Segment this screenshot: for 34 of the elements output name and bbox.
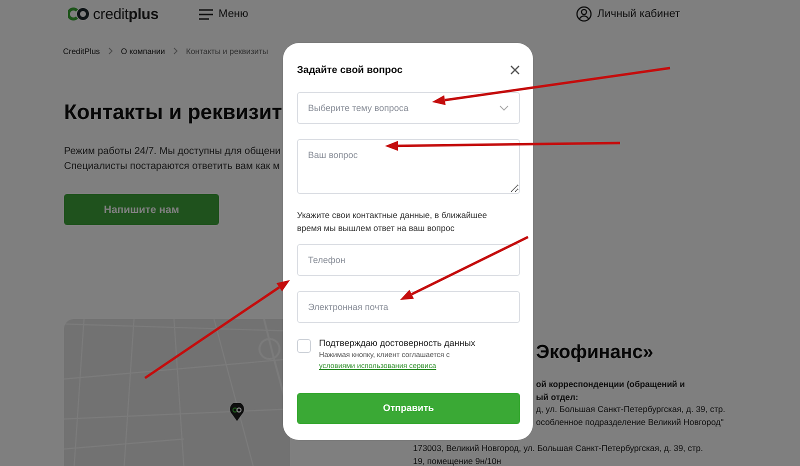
map-pin-icon[interactable] [230,403,244,421]
contact-hint: Укажите свои контактные данные, в ближайшее время мы вышлем ответ на ваш вопрос [297,209,488,235]
address-text: 19, помещение 9н/10н [413,454,502,466]
consent-label: Подтверждаю достоверность данных [319,338,476,348]
consent-checkbox[interactable] [297,339,311,353]
page-heading: Контакты и реквизит [64,100,282,126]
address-text: ой корреспонденции (обращений и [536,378,685,390]
user-icon [576,6,592,22]
dialog-title: Задайте свой вопрос [297,64,403,76]
logo[interactable]: creditplus [68,6,159,22]
breadcrumb-link[interactable]: Контакты и реквизиты [186,46,268,56]
breadcrumb-link[interactable]: О компании [120,46,166,56]
logo-text: creditplus [93,6,159,22]
company-heading: Экофинанс» [536,341,654,365]
logo-icon [68,7,90,21]
intro-text: Режим работы 24/7. Мы доступны для общени Специалисты постараются ответить вам как м [64,145,281,174]
submit-button[interactable]: Отправить [297,393,520,424]
chevron-icon [173,47,178,55]
email-field[interactable]: Электронная почта [297,291,520,323]
address-text: д, ул. Большая Санкт-Петербургская, д. 39, стр. [536,403,726,416]
address-text: особленное подразделение Великий Новгород" [536,416,724,428]
breadcrumb-link[interactable]: CreditPlus [63,46,100,56]
close-button[interactable] [510,65,520,75]
topic-select[interactable]: Выберите тему вопроса [297,92,520,124]
address-text: 173003, Великий Новгород, ул. Большая Санкт-Петербургская, д. 39, стр. [413,442,704,454]
address-text: ый отдел: [536,390,578,403]
phone-field[interactable]: Телефон [297,244,520,276]
account-link[interactable]: Личный кабинет [576,6,680,22]
chevron-down-icon [499,105,509,111]
close-icon [510,65,520,75]
question-field[interactable]: Ваш вопрос [297,139,520,194]
chevron-icon [108,47,113,55]
menu-icon [198,8,213,20]
menu-button[interactable]: Меню [198,8,248,20]
